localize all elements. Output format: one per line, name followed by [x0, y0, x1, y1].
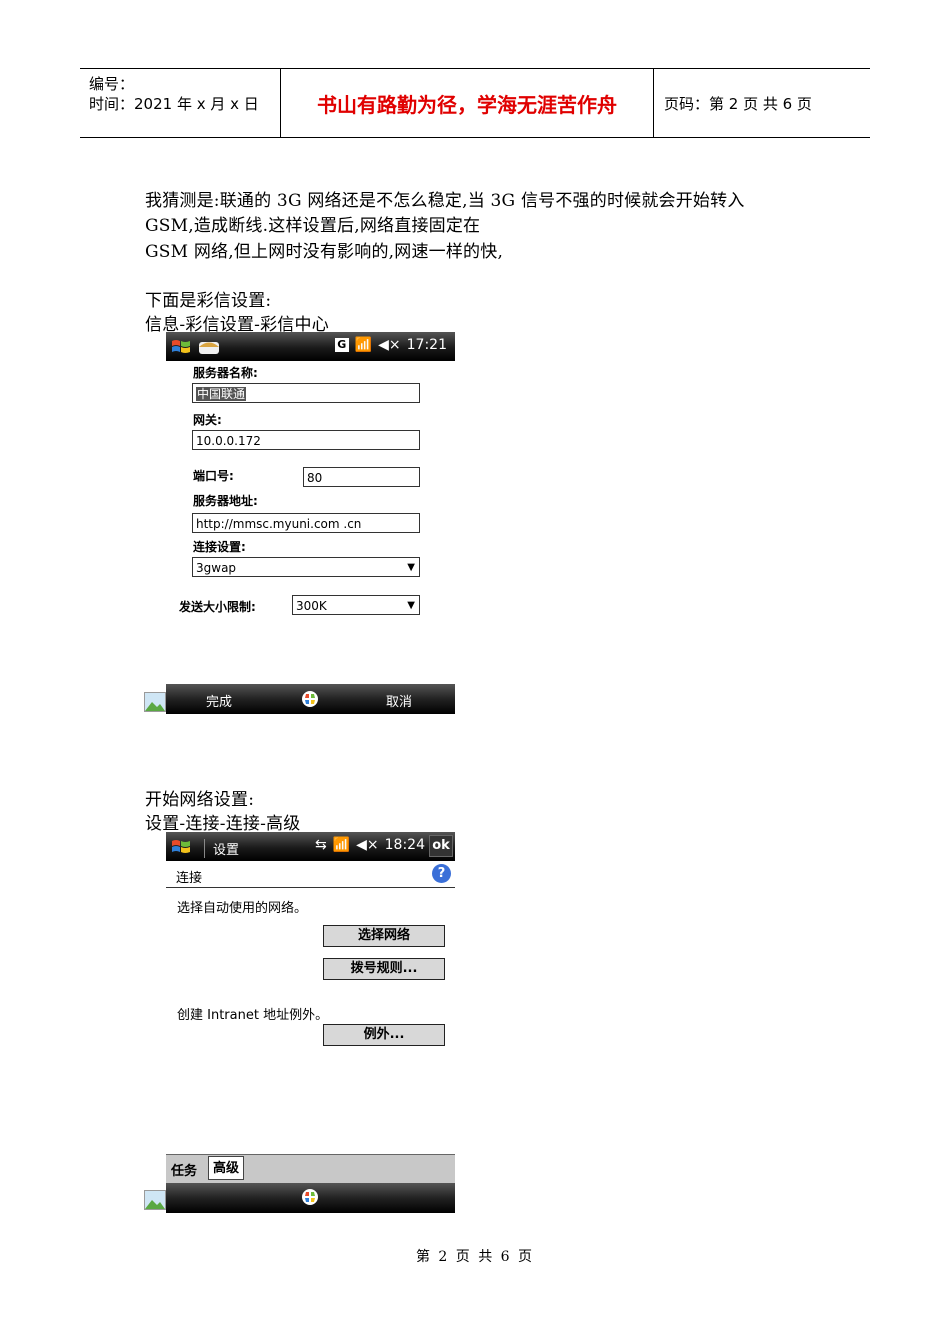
tab-strip: 任务 高级 — [166, 1154, 455, 1183]
speaker-muted-icon: ◀× — [356, 837, 379, 853]
ok-button[interactable]: ok — [429, 835, 453, 857]
network-path: 设置-连接-连接-高级 — [145, 814, 301, 834]
gateway-label: 网关: — [193, 413, 222, 427]
windows-flag-icon[interactable] — [300, 689, 320, 709]
network-heading: 开始网络设置: — [145, 790, 255, 810]
port-label: 端口号: — [193, 469, 234, 483]
message-icon — [199, 342, 219, 354]
connection-select[interactable]: 3gwap — [192, 557, 420, 578]
speaker-muted-icon: ◀× — [378, 337, 401, 353]
page-header: 编号： 时间：2021 年 x 月 x 日 书山有路勤为径，学海无涯苦作舟 页码… — [80, 68, 870, 138]
tab-advanced[interactable]: 高级 — [208, 1156, 244, 1180]
clock: 18:24 — [384, 837, 425, 853]
dial-rules-button[interactable]: 拨号规则... — [323, 958, 445, 980]
mms-heading: 下面是彩信设置: — [145, 291, 272, 311]
header-meta: 编号： 时间：2021 年 x 月 x 日 — [80, 69, 281, 137]
server-name-label: 服务器名称: — [193, 366, 258, 380]
connections-screenshot: 设置 ⇆ 📶 ◀× 18:24 ok 连接 ? 选择自动使用的网络。 选择网络 … — [166, 832, 455, 1213]
cancel-button[interactable]: 取消 — [386, 691, 412, 710]
select-network-button[interactable]: 选择网络 — [323, 925, 445, 947]
connection-sync-icon: ⇆ — [314, 837, 327, 853]
section-header: 连接 ? — [166, 861, 455, 888]
windows-start-icon[interactable] — [170, 837, 192, 857]
port-input[interactable]: 80 — [303, 467, 420, 487]
soft-key-bar — [166, 1183, 455, 1213]
header-page-info: 页码：第 2 页 共 6 页 — [664, 94, 812, 113]
server-address-label: 服务器地址: — [193, 494, 258, 508]
paragraph-line: GSM,造成断线.这样设置后,网络直接固定在 — [145, 216, 481, 236]
doc-date: 时间：2021 年 x 月 x 日 — [89, 95, 259, 113]
intranet-text: 创建 Intranet 地址例外。 — [177, 1008, 329, 1023]
size-limit-label: 发送大小限制: — [179, 600, 256, 614]
signal-icon: 📶 — [354, 337, 373, 353]
windows-flag-icon[interactable] — [300, 1187, 320, 1207]
screen-title: 设置 — [204, 839, 239, 858]
status-icons: G 📶 ◀× 17:21 — [334, 337, 447, 353]
auto-network-text: 选择自动使用的网络。 — [177, 901, 308, 916]
tab-tasks[interactable]: 任务 — [171, 1160, 197, 1179]
paragraph-line: GSM 网络,但上网时没有影响的,网速一样的快, — [145, 242, 504, 262]
soft-key-bar: 完成 取消 — [166, 684, 455, 714]
status-bar: 设置 ⇆ 📶 ◀× 18:24 ok — [166, 832, 455, 861]
gateway-input[interactable]: 10.0.0.172 — [192, 430, 420, 450]
server-name-input[interactable]: 中国联通 — [192, 383, 420, 403]
size-limit-select[interactable]: 300K — [292, 595, 420, 616]
status-icons: ⇆ 📶 ◀× 18:24 — [315, 837, 425, 853]
signal-icon: 📶 — [332, 837, 351, 853]
status-bar: G 📶 ◀× 17:21 — [166, 332, 455, 361]
clock: 17:21 — [406, 337, 447, 353]
paragraph-line: 我猜测是:联通的 3G 网络还是不怎么稳定,当 3G 信号不强的时候就会开始转入 — [145, 191, 745, 211]
mms-settings-screenshot: G 📶 ◀× 17:21 服务器名称: 中国联通 网关: 10.0.0.172 … — [166, 332, 455, 715]
image-icon — [144, 692, 166, 712]
help-icon[interactable]: ? — [432, 864, 451, 883]
image-icon — [144, 1190, 166, 1210]
server-address-input[interactable]: http://mmsc.myuni.com .cn — [192, 513, 420, 533]
section-title: 连接 — [176, 871, 203, 886]
header-slogan: 书山有路勤为径，学海无涯苦作舟 — [281, 69, 654, 137]
page-footer: 第 2 页 共 6 页 — [415, 1249, 535, 1265]
connection-label: 连接设置: — [193, 540, 246, 554]
gprs-g-icon: G — [334, 338, 349, 352]
done-button[interactable]: 完成 — [206, 691, 232, 710]
exceptions-button[interactable]: 例外... — [323, 1024, 445, 1046]
doc-number: 编号： — [89, 75, 135, 93]
windows-start-icon[interactable] — [170, 337, 192, 357]
